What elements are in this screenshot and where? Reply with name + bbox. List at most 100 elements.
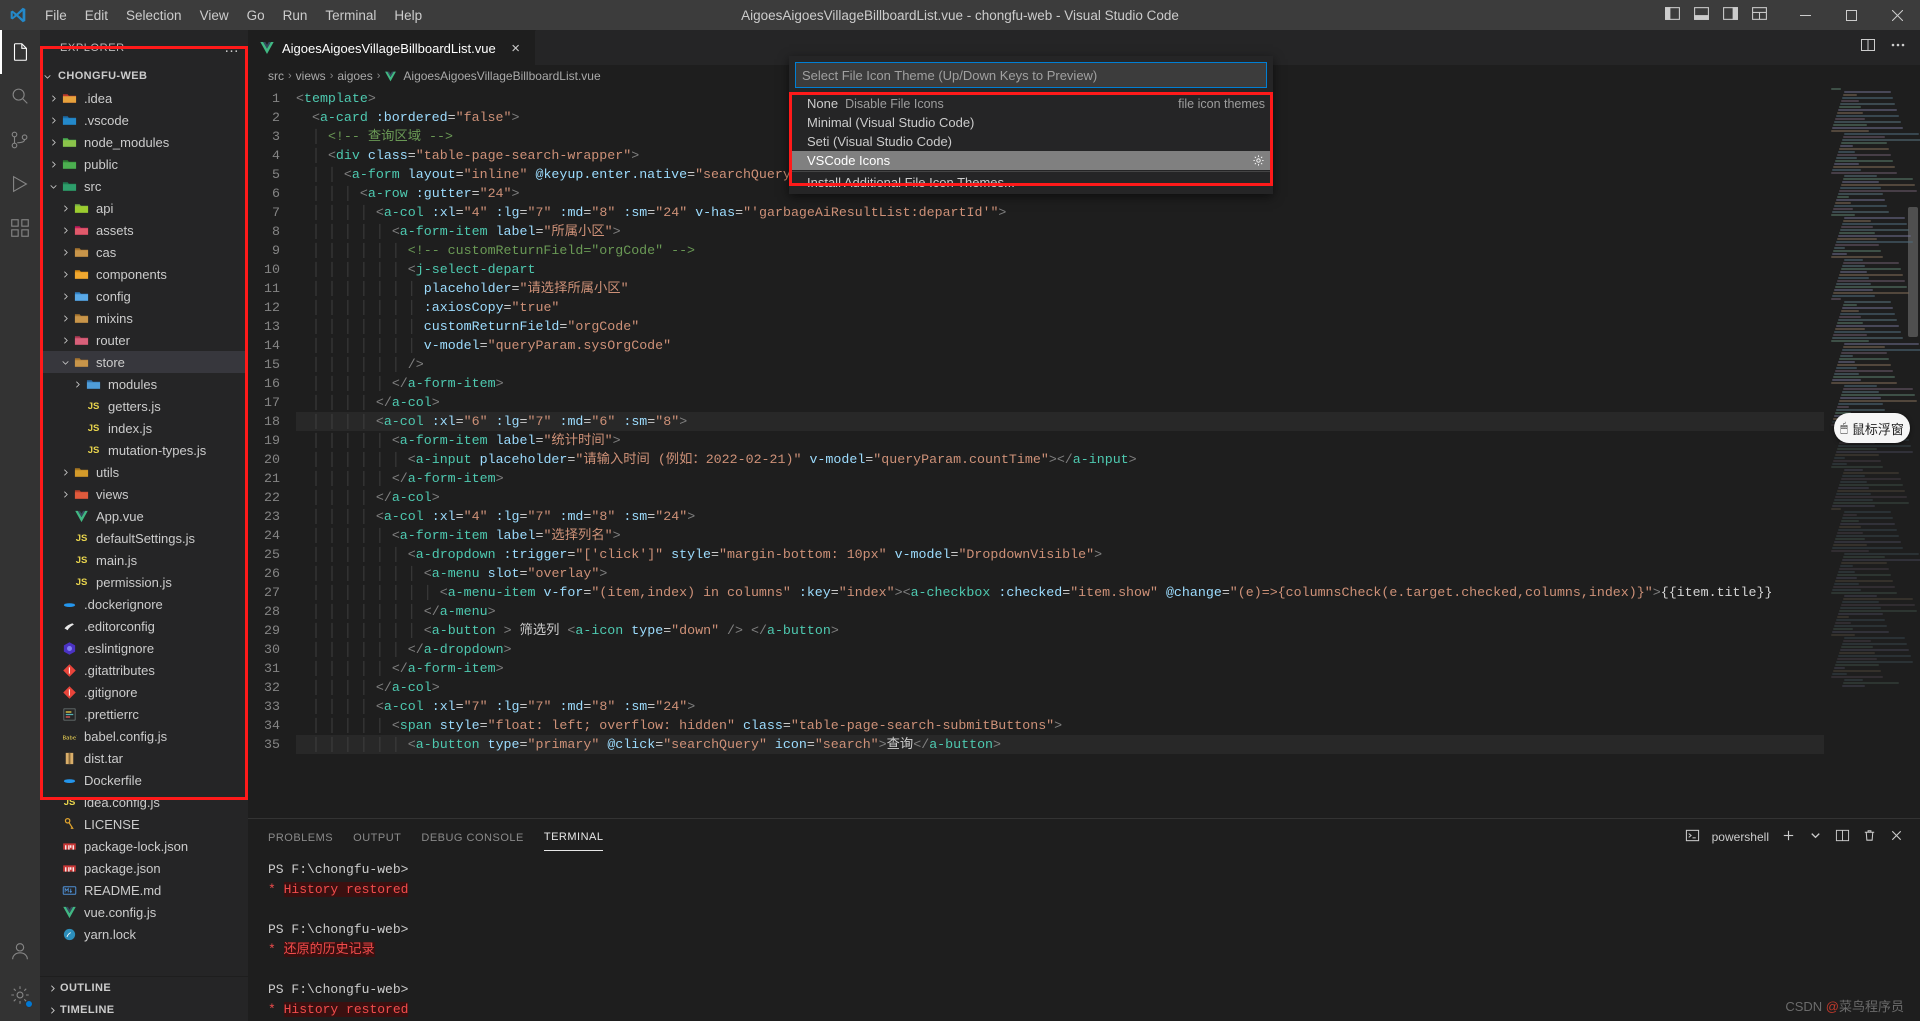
code-line[interactable]: │ │ │ │ │ </a-form-item> bbox=[296, 659, 1824, 678]
chevron-right-icon[interactable] bbox=[46, 116, 60, 125]
source-code[interactable]: <template> <a-card :bordered="false"> │ … bbox=[296, 87, 1824, 818]
chevron-right-icon[interactable] bbox=[46, 160, 60, 169]
tree-item-cas[interactable]: cas bbox=[40, 241, 248, 263]
chevron-right-icon[interactable] bbox=[58, 468, 72, 477]
code-editor[interactable]: 1 2 3 4 5 6 7 8 9 10 11 12 13 14 15 16 17 18 19 20 21 22 23 24 2… bbox=[248, 87, 1920, 818]
quick-pick-item-install-more[interactable]: Install Additional File Icon Themes... bbox=[789, 173, 1273, 192]
menu-view[interactable]: View bbox=[191, 4, 238, 27]
chevron-right-icon[interactable] bbox=[58, 490, 72, 499]
tree-item-dockerignore[interactable]: .dockerignore bbox=[40, 593, 248, 615]
menu-run[interactable]: Run bbox=[274, 4, 317, 27]
chevron-right-icon[interactable] bbox=[70, 380, 84, 389]
code-line[interactable]: │ │ │ │ │ │ <a-input placeholder="请输入时间 … bbox=[296, 450, 1824, 469]
chevron-right-icon[interactable] bbox=[58, 314, 72, 323]
tree-item-package-lock-json[interactable]: package-lock.json bbox=[40, 835, 248, 857]
code-line[interactable]: │ │ │ │ │ │ │ │ <a-menu-item v-for="(ite… bbox=[296, 583, 1824, 602]
activity-search[interactable] bbox=[0, 74, 40, 118]
terminal-output[interactable]: PS F:\chongfu-web> * History restored PS … bbox=[248, 854, 1920, 1021]
code-line[interactable]: │ │ │ │ │ │ <j-select-depart bbox=[296, 260, 1824, 279]
tree-item-views[interactable]: views bbox=[40, 483, 248, 505]
tree-item-gitignore[interactable]: .gitignore bbox=[40, 681, 248, 703]
quick-pick-list[interactable]: None Disable File Icons file icon themes… bbox=[789, 94, 1273, 194]
tree-item-prettierrc[interactable]: .prettierrc bbox=[40, 703, 248, 725]
tab-terminal[interactable]: TERMINAL bbox=[543, 822, 604, 851]
tree-item-app-vue[interactable]: App.vue bbox=[40, 505, 248, 527]
code-line[interactable]: │ │ │ │ │ </a-form-item> bbox=[296, 374, 1824, 393]
tree-item-dockerfile[interactable]: Dockerfile bbox=[40, 769, 248, 791]
activity-run-debug[interactable] bbox=[0, 162, 40, 206]
customize-layout-icon[interactable] bbox=[1751, 5, 1768, 25]
panel-tabs[interactable]: PROBLEMS OUTPUT DEBUG CONSOLE TERMINAL p… bbox=[248, 819, 1920, 854]
tree-item-editorconfig[interactable]: .editorconfig bbox=[40, 615, 248, 637]
chevron-down-icon[interactable] bbox=[40, 72, 54, 81]
chevron-down-icon[interactable] bbox=[58, 358, 72, 367]
split-editor-icon[interactable] bbox=[1860, 37, 1876, 58]
code-line[interactable]: │ │ │ │ │ │ <a-dropdown :trigger="['clic… bbox=[296, 545, 1824, 564]
chevron-right-icon[interactable] bbox=[46, 94, 60, 103]
tree-item-eslintignore[interactable]: .eslintignore bbox=[40, 637, 248, 659]
quick-pick-file-icon-theme[interactable]: None Disable File Icons file icon themes… bbox=[789, 56, 1273, 194]
code-line[interactable]: │ │ │ │ │ │ │ customReturnField="orgCode… bbox=[296, 317, 1824, 336]
chevron-down-icon[interactable] bbox=[46, 182, 60, 191]
new-terminal-icon[interactable] bbox=[1781, 828, 1796, 846]
activity-accounts[interactable] bbox=[0, 929, 40, 973]
tab-debug-console[interactable]: DEBUG CONSOLE bbox=[421, 823, 523, 851]
code-line[interactable]: │ │ │ │ │ │ <!-- customReturnField="orgC… bbox=[296, 241, 1824, 260]
quick-pick-item-minimal[interactable]: Minimal (Visual Studio Code) bbox=[789, 113, 1273, 132]
activity-explorer[interactable] bbox=[0, 30, 40, 74]
tree-item-dist-tar[interactable]: dist.tar bbox=[40, 747, 248, 769]
tree-item-config[interactable]: config bbox=[40, 285, 248, 307]
code-line[interactable]: │ │ │ │ │ │ │ placeholder="请选择所属小区" bbox=[296, 279, 1824, 298]
tree-item-readme-md[interactable]: README.md bbox=[40, 879, 248, 901]
tree-item-mutation-types-js[interactable]: JS mutation-types.js bbox=[40, 439, 248, 461]
code-line[interactable]: │ │ │ │ <a-col :xl="7" :lg="7" :md="8" :… bbox=[296, 697, 1824, 716]
section-timeline[interactable]: TIMELINE bbox=[40, 999, 248, 1021]
chevron-down-icon[interactable] bbox=[1808, 828, 1823, 846]
tree-item-idea-config-js[interactable]: JS idea.config.js bbox=[40, 791, 248, 813]
kill-terminal-icon[interactable] bbox=[1862, 828, 1877, 846]
tree-item-router[interactable]: router bbox=[40, 329, 248, 351]
tree-item-package-json[interactable]: package.json bbox=[40, 857, 248, 879]
tree-item-store[interactable]: store bbox=[40, 351, 248, 373]
code-line[interactable]: │ │ │ │ │ </a-form-item> bbox=[296, 469, 1824, 488]
toggle-primary-sidebar-icon[interactable] bbox=[1664, 5, 1681, 25]
tree-item-gitattributes[interactable]: .gitattributes bbox=[40, 659, 248, 681]
tree-item-mixins[interactable]: mixins bbox=[40, 307, 248, 329]
tree-item-yarn-lock[interactable]: yarn.lock bbox=[40, 923, 248, 945]
toggle-secondary-sidebar-icon[interactable] bbox=[1722, 5, 1739, 25]
code-line[interactable]: │ │ │ │ <a-col :xl="4" :lg="7" :md="8" :… bbox=[296, 507, 1824, 526]
tree-root-chongfu-web[interactable]: CHONGFU-WEB bbox=[40, 65, 248, 87]
window-maximize-button[interactable] bbox=[1828, 0, 1874, 30]
close-panel-icon[interactable] bbox=[1889, 828, 1904, 846]
tree-item-permission-js[interactable]: JS permission.js bbox=[40, 571, 248, 593]
explorer-more-actions-icon[interactable]: … bbox=[224, 39, 240, 56]
breadcrumb-views[interactable]: views bbox=[296, 69, 326, 83]
menu-bar[interactable]: File Edit Selection View Go Run Terminal… bbox=[36, 4, 431, 27]
breadcrumb-aigoes[interactable]: aigoes bbox=[337, 69, 372, 83]
code-line[interactable]: │ │ │ │ │ │ │ <a-button > 筛选列 <a-icon ty… bbox=[296, 621, 1824, 640]
toggle-panel-icon[interactable] bbox=[1693, 5, 1710, 25]
code-line[interactable]: │ │ │ │ │ │ │ <a-menu slot="overlay"> bbox=[296, 564, 1824, 583]
activity-source-control[interactable] bbox=[0, 118, 40, 162]
chevron-right-icon[interactable] bbox=[58, 336, 72, 345]
tab-problems[interactable]: PROBLEMS bbox=[268, 823, 333, 851]
menu-help[interactable]: Help bbox=[385, 4, 431, 27]
code-line[interactable]: │ │ │ │ │ │ │ </a-menu> bbox=[296, 602, 1824, 621]
terminal-shell-label[interactable]: powershell bbox=[1712, 830, 1769, 844]
minimap[interactable] bbox=[1824, 87, 1920, 818]
tree-item-components[interactable]: components bbox=[40, 263, 248, 285]
tree-item-node-modules[interactable]: node_modules bbox=[40, 131, 248, 153]
tree-item-babel-config-js[interactable]: Babel babel.config.js bbox=[40, 725, 248, 747]
tree-item-modules[interactable]: modules bbox=[40, 373, 248, 395]
code-line[interactable]: │ │ │ │ </a-col> bbox=[296, 488, 1824, 507]
tree-item-license[interactable]: LICENSE bbox=[40, 813, 248, 835]
code-line[interactable]: │ │ │ │ </a-col> bbox=[296, 678, 1824, 697]
chevron-right-icon[interactable] bbox=[58, 226, 72, 235]
tree-item-public[interactable]: public bbox=[40, 153, 248, 175]
menu-terminal[interactable]: Terminal bbox=[316, 4, 385, 27]
layout-controls[interactable] bbox=[1664, 5, 1782, 25]
code-line[interactable]: │ │ │ │ │ <a-form-item label="统计时间"> bbox=[296, 431, 1824, 450]
more-actions-icon[interactable] bbox=[1890, 37, 1906, 58]
breadcrumb-src[interactable]: src bbox=[268, 69, 284, 83]
activity-settings[interactable] bbox=[0, 973, 40, 1017]
